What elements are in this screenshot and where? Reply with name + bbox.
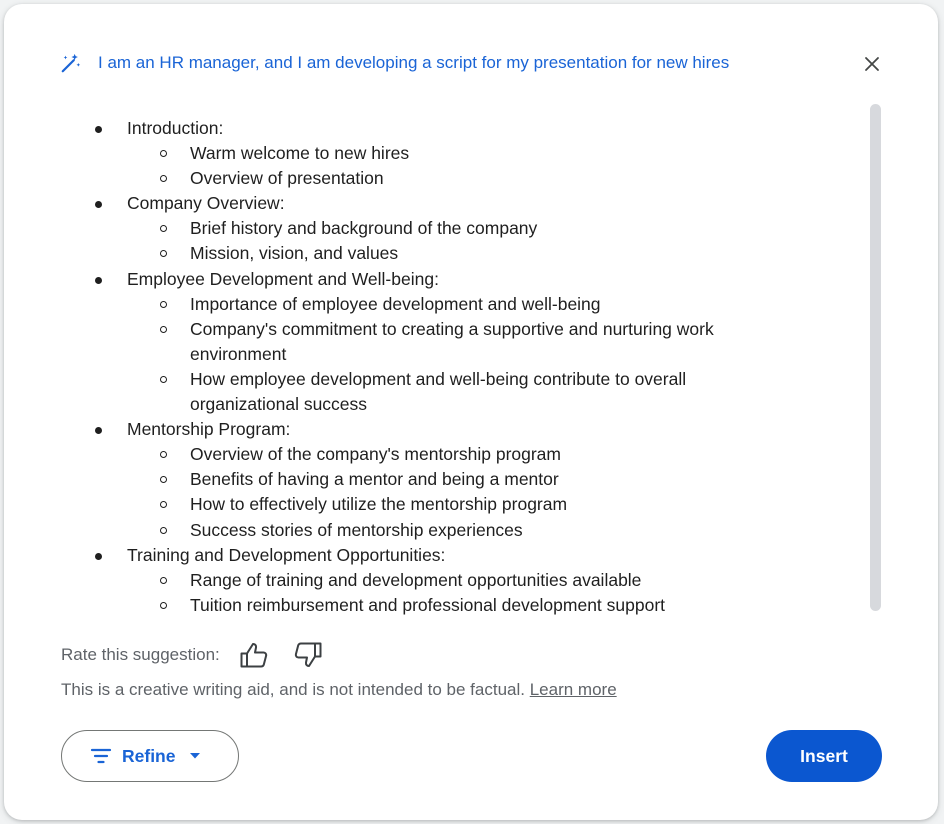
outline-list: Introduction: Warm welcome to new hires Ov… xyxy=(60,116,850,616)
outline-item-text: Warm welcome to new hires xyxy=(190,143,410,164)
circle-bullet-icon xyxy=(160,476,167,484)
circle-bullet-icon xyxy=(160,451,167,459)
outline-section-label: Mentorship Program: xyxy=(127,419,291,440)
circle-bullet-icon xyxy=(160,300,167,308)
bullet-icon xyxy=(95,427,102,435)
refine-button[interactable]: Refine xyxy=(61,730,239,782)
close-icon xyxy=(865,57,879,71)
disclaimer-text: This is a creative writing aid, and is n… xyxy=(61,680,525,699)
outline-sublist: Brief history and background of the comp… xyxy=(127,216,850,266)
outline-item: Overview of presentation xyxy=(60,166,750,191)
bullet-icon xyxy=(95,276,102,284)
circle-bullet-icon xyxy=(160,250,167,258)
learn-more-link[interactable]: Learn more xyxy=(530,680,617,699)
help-me-write-dialog: I am an HR manager, and I am developing … xyxy=(4,4,938,820)
dropdown-arrow-icon xyxy=(190,753,201,759)
outline-sublist: Importance of employee development and w… xyxy=(127,292,850,417)
circle-bullet-icon xyxy=(160,150,167,158)
suggestion-content: Introduction: Warm welcome to new hires Ov… xyxy=(60,116,850,616)
circle-bullet-icon xyxy=(160,175,167,183)
outline-item-text: Range of training and development opport… xyxy=(190,569,642,590)
rate-row: Rate this suggestion: xyxy=(61,638,326,672)
circle-bullet-icon xyxy=(160,601,167,609)
bullet-icon xyxy=(95,126,102,133)
close-button[interactable] xyxy=(860,52,884,76)
outline-item: Tuition reimbursement and professional d… xyxy=(60,593,750,616)
outline-sublist: Overview of the company's mentorship pro… xyxy=(127,442,850,542)
rate-label: Rate this suggestion: xyxy=(61,645,220,664)
outline-item-text: Brief history and background of the comp… xyxy=(190,218,538,239)
magic-wand-icon xyxy=(61,53,81,73)
outline-item: Importance of employee development and w… xyxy=(60,292,750,317)
outline-item-text: Overview of the company's mentorship pro… xyxy=(190,444,561,465)
prompt-row: I am an HR manager, and I am developing … xyxy=(60,48,830,78)
circle-bullet-icon xyxy=(160,501,167,509)
disclaimer: This is a creative writing aid, and is n… xyxy=(61,680,617,700)
outline-sublist: Warm welcome to new hires Overview of pre… xyxy=(127,141,850,191)
outline-item: Benefits of having a mentor and being a … xyxy=(60,467,750,492)
scrollbar-thumb[interactable] xyxy=(870,104,881,611)
filter-icon xyxy=(90,748,112,764)
outline-item-text: How to effectively utilize the mentorshi… xyxy=(190,494,568,515)
prompt-text[interactable]: I am an HR manager, and I am developing … xyxy=(98,53,830,73)
outline-section: Training and Development Opportunities: R… xyxy=(60,543,850,616)
outline-section: Introduction: Warm welcome to new hires Ov… xyxy=(60,116,850,191)
insert-button[interactable]: Insert xyxy=(766,730,882,782)
outline-section-label: Employee Development and Well-being: xyxy=(127,268,439,289)
outline-item-text: Benefits of having a mentor and being a … xyxy=(190,469,559,490)
outline-section: Employee Development and Well-being: Impo… xyxy=(60,267,850,418)
outline-item: Company's commitment to creating a suppo… xyxy=(60,317,750,367)
circle-bullet-icon xyxy=(160,375,167,383)
outline-section: Company Overview: Brief history and backg… xyxy=(60,191,850,266)
outline-section-label: Training and Development Opportunities: xyxy=(127,544,446,565)
outline-item: Brief history and background of the comp… xyxy=(60,216,750,241)
refine-label: Refine xyxy=(122,745,176,766)
bullet-icon xyxy=(95,552,102,560)
outline-item-text: Mission, vision, and values xyxy=(190,243,399,264)
outline-section-label: Introduction: xyxy=(127,118,224,138)
outline-item-text: Overview of presentation xyxy=(190,168,384,189)
outline-item-text: Tuition reimbursement and professional d… xyxy=(190,594,666,615)
outline-item: Mission, vision, and values xyxy=(60,241,750,266)
outline-item-text: Importance of employee development and w… xyxy=(190,293,601,314)
thumbs-up-icon xyxy=(240,643,267,668)
outline-item-text: How employee development and well-being … xyxy=(190,368,687,415)
outline-section: Mentorship Program: Overview of the compa… xyxy=(60,417,850,542)
outline-sublist: Range of training and development opport… xyxy=(127,568,850,616)
outline-item: Overview of the company's mentorship pro… xyxy=(60,442,750,467)
circle-bullet-icon xyxy=(160,225,167,233)
thumbs-down-button[interactable] xyxy=(290,638,326,672)
thumbs-down-icon xyxy=(294,642,322,667)
outline-item-text: Success stories of mentorship experience… xyxy=(190,519,523,540)
outline-item: Range of training and development opport… xyxy=(60,568,750,593)
circle-bullet-icon xyxy=(160,576,167,584)
thumbs-up-button[interactable] xyxy=(236,638,272,672)
outline-item: How employee development and well-being … xyxy=(60,367,750,417)
outline-item-text: Company's commitment to creating a suppo… xyxy=(190,318,714,364)
outline-item: How to effectively utilize the mentorshi… xyxy=(60,492,750,517)
outline-item: Success stories of mentorship experience… xyxy=(60,518,750,543)
bullet-icon xyxy=(95,201,102,209)
circle-bullet-icon xyxy=(160,526,167,534)
outline-item: Warm welcome to new hires xyxy=(60,141,750,166)
outline-section-label: Company Overview: xyxy=(127,193,285,214)
circle-bullet-icon xyxy=(160,325,167,333)
